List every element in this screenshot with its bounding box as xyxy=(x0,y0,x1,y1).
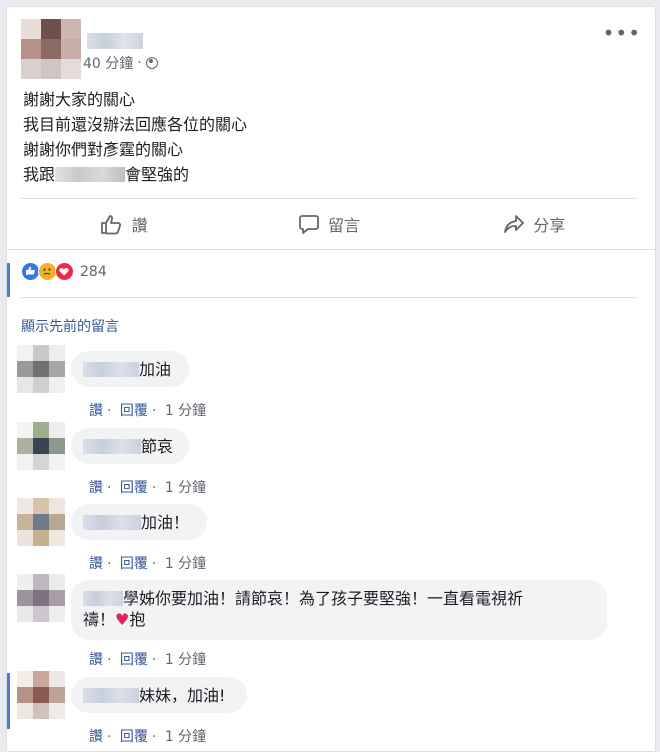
post-line: 謝謝大家的關心 xyxy=(23,90,136,109)
post-card: 40 分鐘 · ••• 謝謝大家的關心 我目前還沒辦法回應各位的關心 謝謝你們對… xyxy=(6,6,656,752)
post-time[interactable]: 40 分鐘 xyxy=(83,53,133,73)
divider xyxy=(7,249,655,250)
comment-like-link[interactable]: 讚 xyxy=(89,403,103,419)
commenter-name[interactable] xyxy=(83,515,141,530)
author-name[interactable] xyxy=(87,33,143,49)
comment-reply-link[interactable]: 回覆 xyxy=(120,652,148,668)
commenter-name[interactable] xyxy=(83,591,123,606)
comment-bubble: 妹妹，加油! xyxy=(71,677,247,713)
commenter-avatar[interactable] xyxy=(17,671,65,719)
comment-time[interactable]: 1 分鐘 xyxy=(165,556,206,572)
comment-time[interactable]: 1 分鐘 xyxy=(165,480,206,496)
comment-like-link[interactable]: 讚 xyxy=(89,729,103,745)
comment-actions: 讚 · 回覆 · 1 分鐘 xyxy=(89,729,207,745)
commenter-name[interactable] xyxy=(83,688,139,703)
redacted-name xyxy=(55,167,126,182)
reaction-count: 284 xyxy=(80,263,107,280)
commenter-avatar[interactable] xyxy=(17,574,65,622)
share-icon xyxy=(504,215,525,233)
comment-time[interactable]: 1 分鐘 xyxy=(165,652,206,668)
comment-time[interactable]: 1 分鐘 xyxy=(165,729,206,745)
comment-like-link[interactable]: 讚 xyxy=(89,480,103,496)
comment-actions: 讚 · 回覆 · 1 分鐘 xyxy=(89,652,207,668)
comment-reply-link[interactable]: 回覆 xyxy=(120,556,148,572)
comment-text: 學姊你要加油！請節哀！為了孩子要堅強！一直看電視祈 xyxy=(123,589,524,608)
comment-actions: 讚 · 回覆 · 1 分鐘 xyxy=(89,556,207,572)
comment-bubble: 學姊你要加油！請節哀！為了孩子要堅強！一直看電視祈 禱！♥抱 xyxy=(71,580,607,640)
like-button[interactable]: 讚 xyxy=(21,199,226,249)
comment-bubble: 節哀 xyxy=(71,428,189,464)
comment-reply-link[interactable]: 回覆 xyxy=(120,403,148,419)
accent-bar xyxy=(7,263,10,297)
more-options-icon[interactable]: ••• xyxy=(603,21,641,45)
comment-text: 禱！ xyxy=(83,610,116,629)
commenter-name[interactable] xyxy=(83,362,139,377)
comment-actions: 讚 · 回覆 · 1 分鐘 xyxy=(89,403,207,419)
comment-text: 加油 xyxy=(139,360,172,379)
comment-bubble: 加油！ xyxy=(71,504,207,540)
comment-text: 加油！ xyxy=(141,513,190,532)
comment-like-link[interactable]: 讚 xyxy=(89,652,103,668)
divider xyxy=(21,297,637,298)
comment-like-link[interactable]: 讚 xyxy=(89,556,103,572)
comment-actions: 讚 · 回覆 · 1 分鐘 xyxy=(89,480,207,496)
comment-reply-link[interactable]: 回覆 xyxy=(120,480,148,496)
post-line: 我跟 會堅強的 xyxy=(23,165,190,184)
reactions-summary[interactable]: 284 xyxy=(21,262,107,281)
comment-time[interactable]: 1 分鐘 xyxy=(165,403,206,419)
globe-icon xyxy=(145,57,158,69)
commenter-avatar[interactable] xyxy=(17,498,65,546)
comment-text: 節哀 xyxy=(141,437,174,456)
commenter-avatar[interactable] xyxy=(17,345,65,393)
commenter-name[interactable] xyxy=(83,439,141,454)
share-button[interactable]: 分享 xyxy=(432,199,637,249)
heart-emoji-icon: ♥ xyxy=(115,610,130,629)
show-previous-comments-link[interactable]: 顯示先前的留言 xyxy=(21,316,119,336)
post-meta: 40 分鐘 · xyxy=(83,53,158,73)
post-body: 謝謝大家的關心 我目前還沒辦法回應各位的關心 謝謝你們對彥霆的關心 我跟 會堅強的 xyxy=(23,87,247,187)
post-action-bar: 讚 留言 分享 xyxy=(21,199,637,249)
comment-text: 抱 xyxy=(129,610,146,629)
comment-bubble: 加油 xyxy=(71,351,189,387)
thumbs-up-icon xyxy=(100,215,121,235)
author-avatar[interactable] xyxy=(21,19,81,79)
comment-icon xyxy=(299,215,319,234)
comment-reply-link[interactable]: 回覆 xyxy=(120,729,148,745)
love-reaction-icon xyxy=(55,262,74,281)
post-line: 我目前還沒辦法回應各位的關心 xyxy=(23,115,248,134)
accent-bar xyxy=(7,673,10,729)
comment-button[interactable]: 留言 xyxy=(226,199,431,249)
comment-text: 妹妹，加油! xyxy=(139,686,226,705)
post-line: 謝謝你們對彥霆的關心 xyxy=(23,140,184,159)
commenter-avatar[interactable] xyxy=(17,422,65,470)
